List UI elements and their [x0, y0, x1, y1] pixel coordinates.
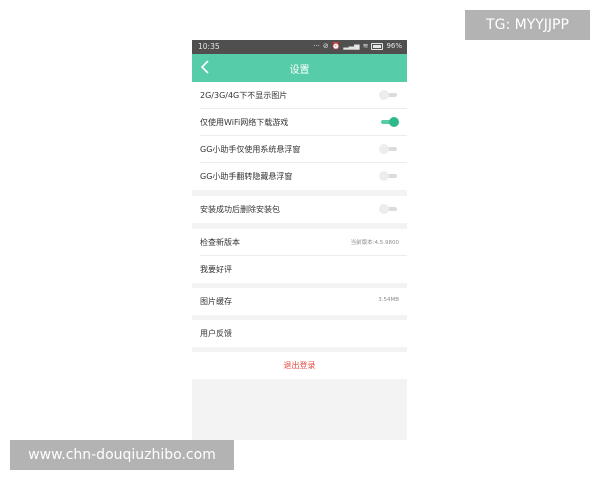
toggle-knob: [379, 171, 389, 181]
cache-size: 3.54MB: [378, 297, 399, 303]
setting-label: 用户反馈: [200, 329, 232, 338]
setting-label: 仅使用WiFi网络下载游戏: [200, 118, 289, 127]
setting-label: 检查新版本: [200, 238, 240, 247]
watermark-bottom-left: www.chn-douqiuzhibo.com: [10, 440, 234, 470]
toggle-switch[interactable]: [379, 171, 399, 181]
setting-row-delete-package[interactable]: 安装成功后删除安装包: [192, 196, 407, 223]
status-bar: 10:35 ··· ⊘ ⏰ ▂▃▅ ≋ 96%: [192, 40, 407, 54]
setting-row-check-update[interactable]: 检查新版本 当前版本:4.5.9800: [192, 229, 407, 256]
toggle-knob: [379, 204, 389, 214]
setting-row-flip-hide-float[interactable]: GG小助手翻转隐藏悬浮窗: [192, 163, 407, 190]
current-version: 当前版本:4.5.9800: [350, 240, 399, 246]
setting-label: 我要好评: [200, 265, 232, 274]
toggle-knob: [379, 90, 389, 100]
setting-row-system-float-window[interactable]: GG小助手仅使用系统悬浮窗: [192, 136, 407, 163]
setting-label: 2G/3G/4G下不显示图片: [200, 91, 288, 100]
phone-screen: 10:35 ··· ⊘ ⏰ ▂▃▅ ≋ 96% 设置 2G/3G/4G下不显示图…: [192, 40, 407, 440]
status-time: 10:35: [198, 42, 220, 51]
setting-label: 安装成功后删除安装包: [200, 205, 280, 214]
page-title: 设置: [289, 65, 310, 76]
setting-row-no-images-mobile[interactable]: 2G/3G/4G下不显示图片: [192, 82, 407, 109]
alarm-icon: ⏰: [331, 42, 341, 50]
toggle-switch[interactable]: [379, 117, 399, 127]
logout-button[interactable]: 退出登录: [192, 352, 407, 379]
watermark-top-right: TG: MYYJJPP: [465, 10, 590, 40]
setting-label: GG小助手仅使用系统悬浮窗: [200, 145, 301, 154]
battery-percent: 96%: [386, 42, 402, 50]
blocked-icon: ⊘: [322, 42, 329, 50]
setting-row-image-cache[interactable]: 图片缓存 3.54MB: [192, 288, 407, 315]
setting-row-rate-app[interactable]: 我要好评: [192, 256, 407, 283]
toggle-switch[interactable]: [379, 204, 399, 214]
battery-icon: [371, 43, 384, 50]
toggle-knob: [389, 117, 399, 127]
status-icons: ··· ⊘ ⏰ ▂▃▅ ≋ 96%: [313, 42, 402, 51]
title-bar: 设置: [192, 54, 407, 82]
signal-icon: ▂▃▅: [343, 42, 360, 50]
toggle-switch[interactable]: [379, 144, 399, 154]
setting-row-wifi-only-download[interactable]: 仅使用WiFi网络下载游戏: [192, 109, 407, 136]
toggle-knob: [379, 144, 389, 154]
setting-label: 图片缓存: [200, 297, 232, 306]
toggle-switch[interactable]: [379, 90, 399, 100]
dots-icon: ···: [313, 42, 320, 50]
logout-label: 退出登录: [283, 361, 316, 370]
setting-label: GG小助手翻转隐藏悬浮窗: [200, 172, 293, 181]
setting-row-feedback[interactable]: 用户反馈: [192, 320, 407, 347]
wifi-icon: ≋: [362, 42, 369, 50]
